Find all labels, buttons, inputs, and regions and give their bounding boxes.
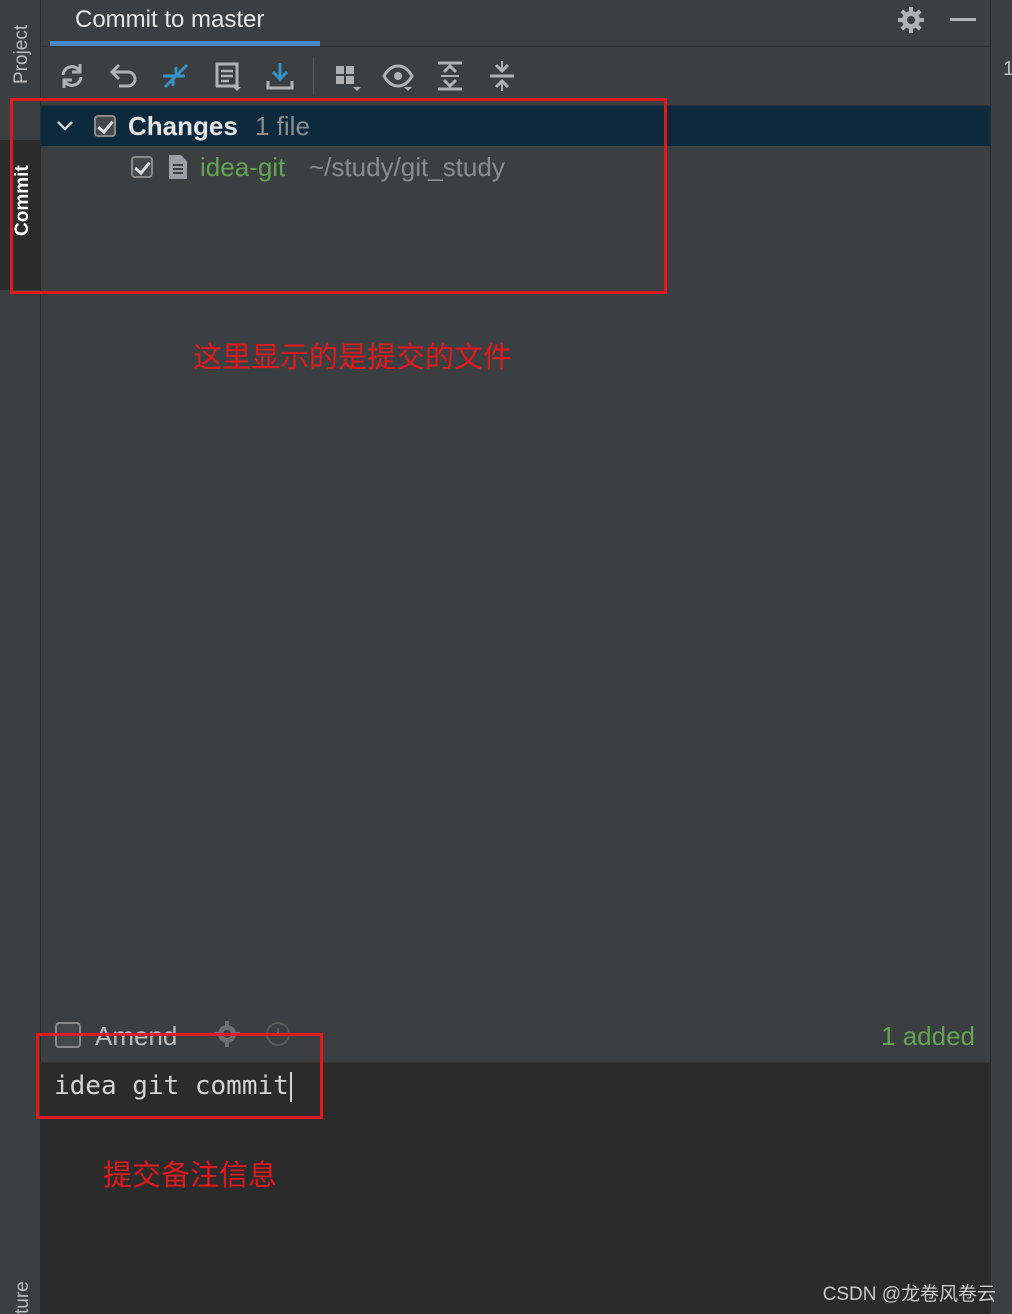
annotation-box-message (36, 1033, 323, 1119)
show-diff-icon[interactable] (159, 59, 193, 93)
right-tool-stripe: 1 (990, 0, 1012, 1314)
active-tab-underline (50, 41, 320, 46)
tool-tab-structure[interactable]: ture (0, 1270, 40, 1314)
gear-icon[interactable] (897, 6, 925, 34)
commit-details-icon[interactable] (211, 59, 245, 93)
right-stripe-marker: 1 (1003, 58, 1012, 80)
shelve-download-icon[interactable] (263, 59, 297, 93)
annotation-box-files (10, 98, 667, 294)
tool-tab-structure-label: ture (12, 1281, 33, 1314)
collapse-all-icon[interactable] (485, 59, 519, 93)
tool-tab-project[interactable]: Project (0, 0, 40, 110)
minimize-icon[interactable] (950, 18, 976, 21)
expand-all-icon[interactable] (433, 59, 467, 93)
watermark: CSDN @龙卷风卷云 (822, 1284, 996, 1305)
annotation-note-message: 提交备注信息 (103, 1160, 278, 1192)
view-options-icon[interactable] (381, 59, 415, 93)
toolbar-separator (313, 57, 314, 95)
group-by-icon[interactable] (331, 59, 365, 93)
commit-tab-title[interactable]: Commit to master (75, 6, 264, 34)
refresh-icon[interactable] (55, 59, 89, 93)
annotation-note-files: 这里显示的是提交的文件 (193, 342, 513, 374)
tool-tab-project-label: Project (11, 24, 32, 84)
tool-window-header: Commit to master (41, 0, 990, 47)
rollback-icon[interactable] (107, 59, 141, 93)
changes-summary: 1 added (881, 1021, 975, 1051)
